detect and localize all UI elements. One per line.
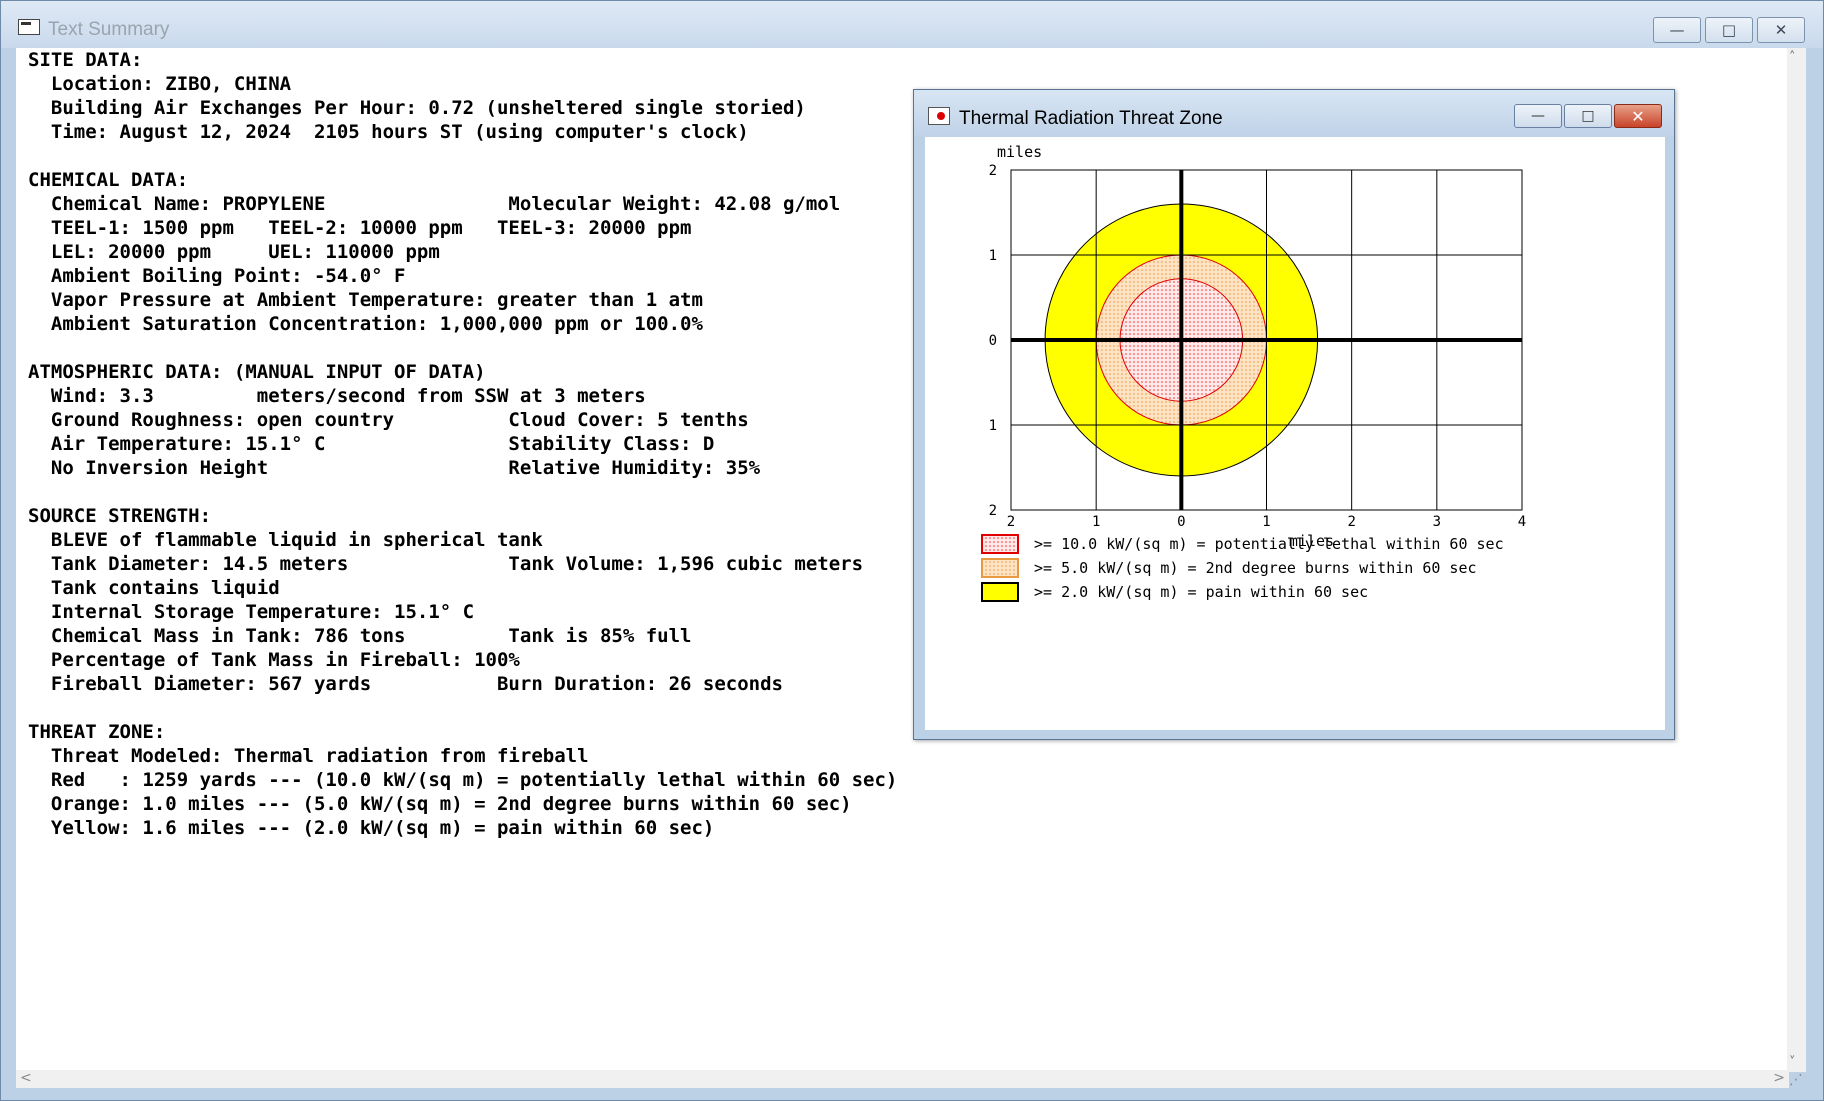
summary-line: THREAT ZONE: xyxy=(28,721,166,743)
chart-minimize-button[interactable]: — xyxy=(1514,104,1562,128)
summary-line: Building Air Exchanges Per Hour: 0.72 (u… xyxy=(28,97,806,119)
summary-line: Ambient Saturation Concentration: 1,000,… xyxy=(28,313,703,335)
x-tick-label: 3 xyxy=(1433,514,1441,530)
legend-swatch-red xyxy=(981,534,1019,554)
summary-line: Tank contains liquid xyxy=(28,577,280,599)
summary-line: CHEMICAL DATA: xyxy=(28,169,189,191)
legend-label: >= 5.0 kW/(sq m) = 2nd degree burns with… xyxy=(1034,559,1477,577)
horizontal-scrollbar[interactable]: < > xyxy=(16,1070,1789,1088)
x-tick-label: 0 xyxy=(1177,514,1185,530)
scroll-left-icon[interactable]: < xyxy=(20,1070,32,1086)
y-tick-label: 1 xyxy=(989,248,997,264)
summary-line: TEEL-1: 1500 ppm TEEL-2: 10000 ppm TEEL-… xyxy=(28,217,692,239)
summary-line: LEL: 20000 ppm UEL: 110000 ppm xyxy=(28,241,440,263)
resize-grip-icon[interactable]: ⋰ xyxy=(1789,1072,1803,1088)
threat-zone-window: Thermal Radiation Threat Zone — □ ✕ 2 1 0 1… xyxy=(913,89,1675,740)
summary-line: No Inversion Height Relative Humidity: 3… xyxy=(28,457,761,479)
x-tick-label: 2 xyxy=(1007,514,1015,530)
y-tick-label: 2 xyxy=(989,503,997,519)
summary-line: Internal Storage Temperature: 15.1° C xyxy=(28,601,475,623)
x-tick-label: 1 xyxy=(1262,514,1270,530)
threat-zone-icon[interactable] xyxy=(928,107,950,125)
window-title: Text Summary xyxy=(48,19,170,40)
legend-swatch-orange xyxy=(981,558,1019,578)
summary-line: ATMOSPHERIC DATA: (MANUAL INPUT OF DATA) xyxy=(28,361,486,383)
maximize-icon: □ xyxy=(1721,21,1737,39)
summary-line: Fireball Diameter: 567 yards Burn Durati… xyxy=(28,673,783,695)
summary-line: Time: August 12, 2024 2105 hours ST (usi… xyxy=(28,121,749,143)
summary-line: Threat Modeled: Thermal radiation from f… xyxy=(28,745,589,767)
summary-line xyxy=(28,336,897,360)
chart-caption-buttons: — □ ✕ xyxy=(1514,104,1662,128)
summary-line: Chemical Name: PROPYLENE Molecular Weigh… xyxy=(28,193,841,215)
legend-label: >= 10.0 kW/(sq m) = potentially lethal w… xyxy=(1034,535,1504,553)
summary-line: Chemical Mass in Tank: 786 tons Tank is … xyxy=(28,625,692,647)
summary-line: Vapor Pressure at Ambient Temperature: g… xyxy=(28,289,703,311)
app-icon[interactable] xyxy=(18,19,40,35)
vertical-scrollbar[interactable]: ˄ ˅ xyxy=(1787,48,1806,1072)
summary-line: Wind: 3.3 meters/second from SSW at 3 me… xyxy=(28,385,646,407)
minimize-button[interactable]: — xyxy=(1653,17,1701,43)
legend-swatch-yellow xyxy=(981,582,1019,602)
close-icon: ✕ xyxy=(1631,106,1645,126)
close-icon: ✕ xyxy=(1774,21,1788,39)
y-axis-label: miles xyxy=(997,143,1042,161)
chart-area: 2 1 0 1 2 3 4 2 1 0 1 2 miles miles >= 10.0 kW/(sq m)… xyxy=(925,137,1665,730)
summary-line: Tank Diameter: 14.5 meters Tank Volume: … xyxy=(28,553,864,575)
summary-line: SOURCE STRENGTH: xyxy=(28,505,212,527)
x-tick-label: 2 xyxy=(1347,514,1355,530)
scroll-right-icon[interactable]: > xyxy=(1773,1070,1785,1086)
chart-close-button[interactable]: ✕ xyxy=(1614,104,1662,128)
summary-line: Yellow: 1.6 miles --- (2.0 kW/(sq m) = p… xyxy=(28,817,715,839)
maximize-button[interactable]: □ xyxy=(1705,17,1753,43)
title-bar[interactable]: Text Summary — □ ✕ xyxy=(1,1,1823,48)
scroll-up-icon[interactable]: ˄ xyxy=(1789,50,1796,65)
minimize-icon: — xyxy=(1531,108,1545,124)
summary-line: Ground Roughness: open country Cloud Cov… xyxy=(28,409,749,431)
summary-line xyxy=(28,144,897,168)
maximize-icon: □ xyxy=(1581,108,1595,124)
summary-line: Air Temperature: 15.1° C Stability Class… xyxy=(28,433,715,455)
summary-line: Percentage of Tank Mass in Fireball: 100… xyxy=(28,649,520,671)
summary-line: Red : 1259 yards --- (10.0 kW/(sq m) = p… xyxy=(28,769,898,791)
chart-window-title: Thermal Radiation Threat Zone xyxy=(959,108,1223,129)
chart-title-bar[interactable]: Thermal Radiation Threat Zone — □ ✕ xyxy=(914,90,1674,137)
summary-text: SITE DATA: Location: ZIBO, CHINA Buildin… xyxy=(28,48,897,840)
x-tick-label: 1 xyxy=(1092,514,1100,530)
y-tick-label: 2 xyxy=(989,163,997,179)
x-tick-label: 4 xyxy=(1518,514,1526,530)
summary-line xyxy=(28,696,897,720)
summary-line: Orange: 1.0 miles --- (5.0 kW/(sq m) = 2… xyxy=(28,793,852,815)
chart-maximize-button[interactable]: □ xyxy=(1564,104,1612,128)
summary-line: BLEVE of flammable liquid in spherical t… xyxy=(28,529,543,551)
legend-label: >= 2.0 kW/(sq m) = pain within 60 sec xyxy=(1034,583,1368,601)
caption-buttons: — □ ✕ xyxy=(1653,17,1805,43)
summary-line xyxy=(28,480,897,504)
minimize-icon: — xyxy=(1669,21,1685,39)
summary-line: Ambient Boiling Point: -54.0° F xyxy=(28,265,406,287)
y-tick-label: 0 xyxy=(989,333,997,349)
threat-zone-chart: 2 1 0 1 2 3 421012milesmiles >= 10.0 kW/(sq m)… xyxy=(981,143,1526,602)
y-tick-label: 1 xyxy=(989,418,997,434)
scroll-down-icon[interactable]: ˅ xyxy=(1789,1055,1796,1070)
summary-line: SITE DATA: xyxy=(28,49,143,71)
close-button[interactable]: ✕ xyxy=(1757,17,1805,43)
summary-line: Location: ZIBO, CHINA xyxy=(28,73,292,95)
